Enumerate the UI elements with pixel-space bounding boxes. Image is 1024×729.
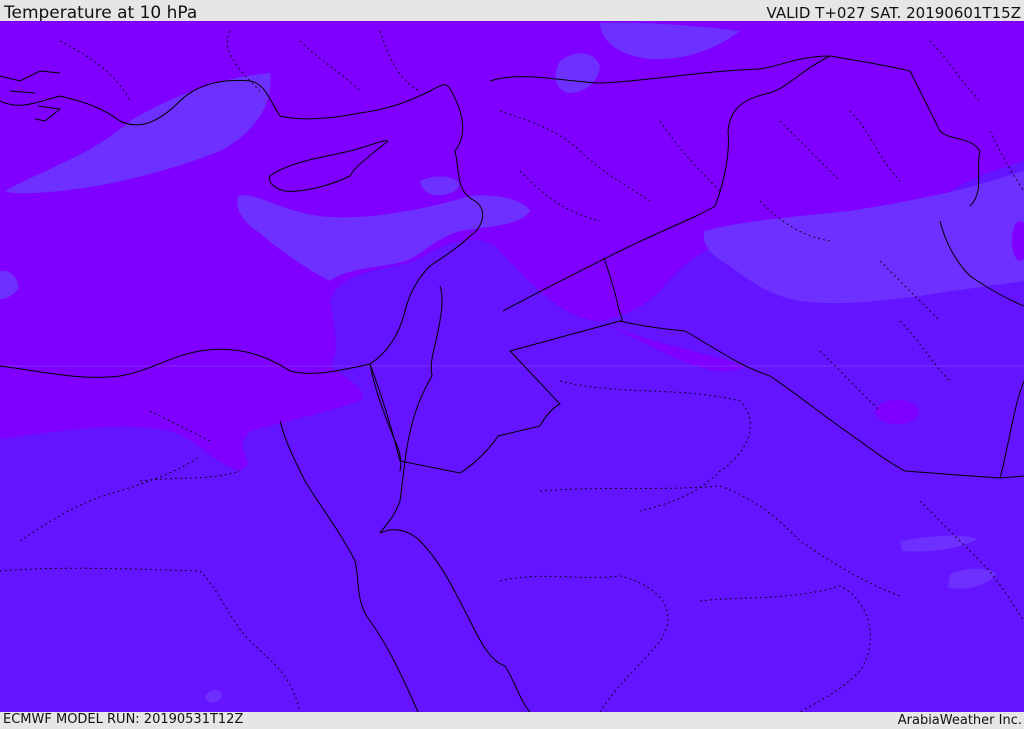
valid-time: VALID T+027 SAT. 20190601T15Z xyxy=(766,4,1021,22)
header-bar: Temperature at 10 hPa VALID T+027 SAT. 2… xyxy=(0,0,1024,23)
footer-bar: ECMWF MODEL RUN: 20190531T12Z ArabiaWeat… xyxy=(0,712,1024,729)
map-canvas xyxy=(0,21,1024,712)
model-run: ECMWF MODEL RUN: 20190531T12Z xyxy=(3,712,244,727)
credit-text: ArabiaWeather Inc. xyxy=(897,713,1022,728)
map-title: Temperature at 10 hPa xyxy=(4,3,198,23)
weather-map[interactable] xyxy=(0,21,1024,712)
temperature-spot-gulf xyxy=(875,400,919,424)
